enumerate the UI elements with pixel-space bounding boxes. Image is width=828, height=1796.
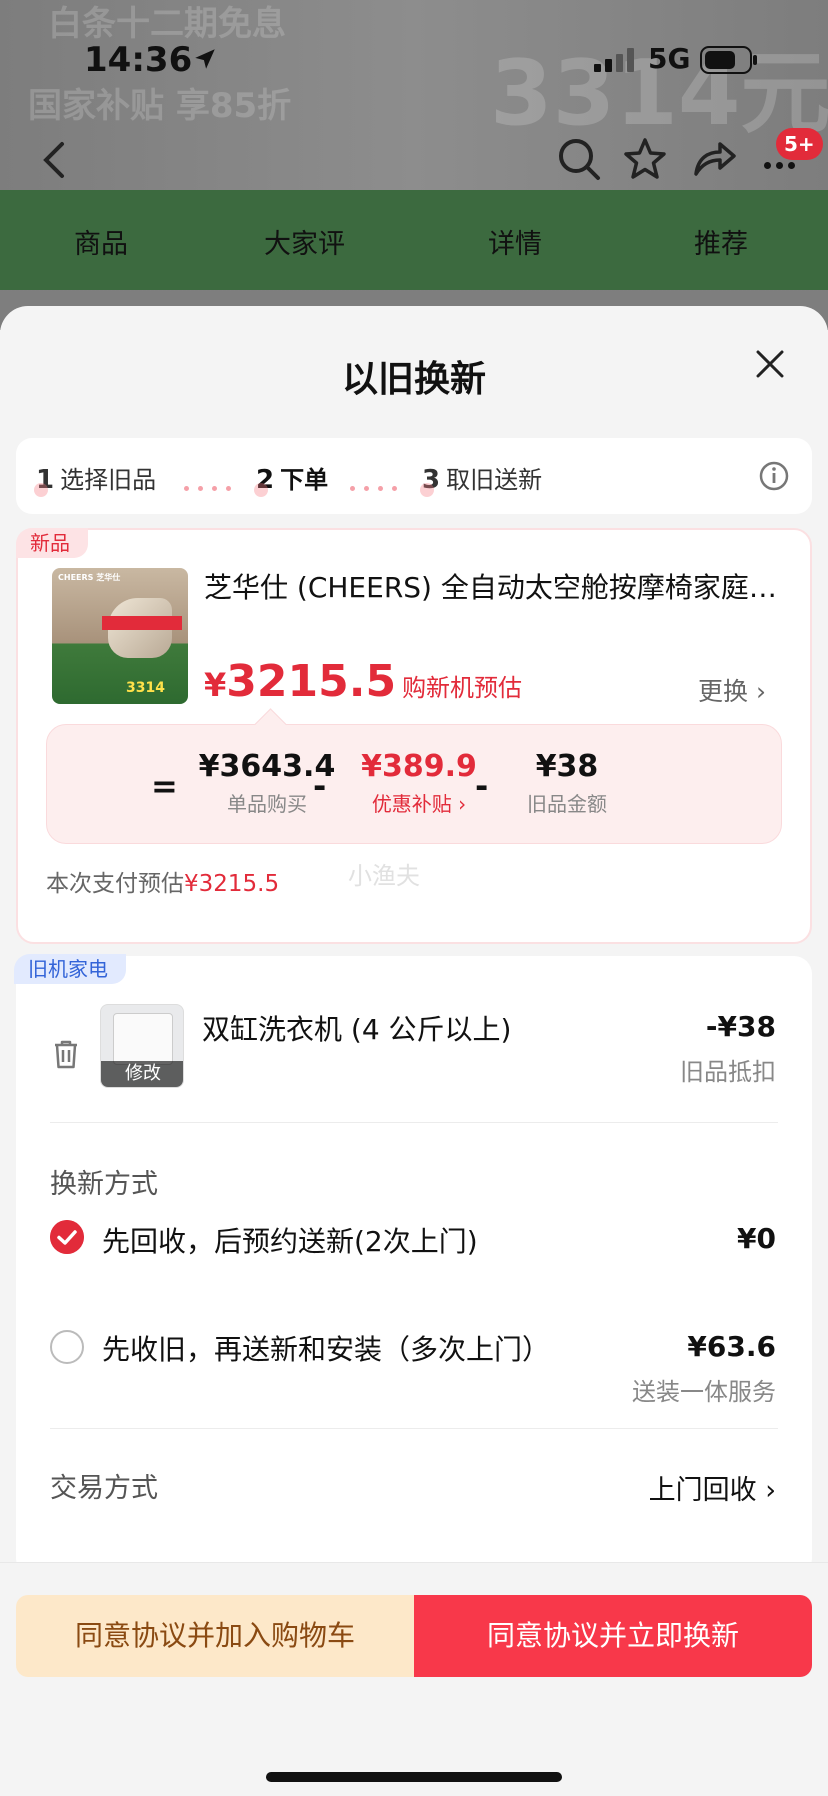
trade-in-sheet: 以旧换新 1 选择旧品 2 下单 3 取旧送新 新品 CHEERS 芝华仕 3314 …	[0, 306, 828, 1796]
close-icon[interactable]	[748, 342, 792, 386]
new-price: ¥3215.5 购新机预估	[204, 656, 523, 707]
signal-icon	[594, 48, 634, 72]
network-type: 5G	[648, 42, 691, 75]
watermark: 小渔夫	[348, 862, 420, 890]
info-icon[interactable]	[758, 460, 790, 492]
product-tabs: 商品 大家评 详情 推荐	[0, 222, 828, 272]
new-product-card: 新品 CHEERS 芝华仕 3314 芝华仕 (CHEERS) 全自动太空舱按摩…	[16, 528, 812, 944]
old-item-amount: ¥38	[535, 749, 599, 784]
agree-trade-in-now-button[interactable]: 同意协议并立即换新	[414, 1595, 812, 1677]
payment-estimate: 本次支付预估¥3215.5	[46, 871, 280, 897]
old-item-deduction: -¥38	[705, 1010, 776, 1043]
background-product-page: 白条十二期免息 国家补贴 享85折 3314元起 14:36 5G 5+ 商品 …	[0, 0, 828, 330]
progress-steps: 1 选择旧品 2 下单 3 取旧送新	[16, 438, 812, 514]
divider	[50, 1428, 778, 1429]
option-text: 先回收，后预约送新(2次上门)	[102, 1225, 478, 1258]
modify-button[interactable]: 修改	[101, 1061, 183, 1087]
share-icon[interactable]	[690, 136, 738, 182]
favorite-star-icon[interactable]	[622, 136, 668, 182]
old-item-thumbnail[interactable]: 修改	[100, 1004, 184, 1088]
trash-icon[interactable]	[48, 1036, 84, 1072]
price-breakdown: = ¥3643.4 单品购买 - ¥389.9 优惠补贴 › - ¥38 旧品金…	[46, 724, 782, 844]
search-icon[interactable]	[556, 136, 602, 182]
option-price: ¥63.6	[687, 1330, 776, 1363]
old-item-tag: 旧机家电	[14, 954, 126, 984]
option-price: ¥0	[737, 1222, 776, 1255]
product-thumbnail[interactable]: CHEERS 芝华仕 3314	[52, 568, 188, 704]
thumb-ribbon	[102, 616, 182, 630]
step-dots	[184, 476, 240, 491]
tab-recommend[interactable]: 推荐	[694, 222, 748, 261]
status-time: 14:36	[84, 40, 193, 80]
agree-add-to-cart-button[interactable]: 同意协议并加入购物车	[16, 1595, 414, 1677]
old-appliance-card: 旧机家电 修改 双缸洗衣机 (4 公斤以上) -¥38 旧品抵扣 换新方式 先回…	[14, 954, 812, 1576]
equals-sign: =	[151, 767, 178, 805]
minus-sign: -	[475, 767, 489, 805]
step-dots	[350, 476, 406, 491]
change-product-button[interactable]: 更换 ›	[698, 672, 766, 708]
old-item-deduction-label: 旧品抵扣	[680, 1058, 776, 1086]
step-2: 2 下单	[256, 465, 329, 495]
trade-method-value[interactable]: 上门回收 ›	[649, 1468, 776, 1507]
step-3: 3 取旧送新	[422, 465, 543, 495]
step-1: 1 选择旧品	[36, 465, 157, 495]
status-bar: 14:36 5G	[0, 36, 828, 86]
trade-method-label: 交易方式	[50, 1473, 158, 1504]
method-label: 换新方式	[50, 1169, 158, 1200]
divider	[50, 1122, 778, 1123]
notification-badge: 5+	[776, 128, 823, 160]
minus-sign: -	[313, 767, 327, 805]
tab-product[interactable]: 商品	[74, 222, 128, 261]
product-title: 芝华仕 (CHEERS) 全自动太空舱按摩椅家庭用全身多功能老人礼物	[204, 571, 784, 604]
old-item-title: 双缸洗衣机 (4 公斤以上)	[202, 1013, 512, 1046]
sheet-title: 以旧换新	[341, 359, 486, 400]
thumb-price: 3314	[126, 680, 165, 696]
thumb-brand: CHEERS 芝华仕	[58, 573, 121, 582]
radio-checked-icon[interactable]	[50, 1220, 84, 1254]
option-note: 送装一体服务	[632, 1378, 776, 1406]
tab-reviews[interactable]: 大家评	[264, 222, 345, 261]
bottom-action-bar: 同意协议并加入购物车 同意协议并立即换新	[0, 1562, 828, 1796]
old-item-amount-label: 旧品金额	[527, 792, 607, 816]
option-text: 先收旧，再送新和安装（多次上门）	[102, 1333, 551, 1366]
new-item-tag: 新品	[16, 528, 88, 558]
old-amount-col: ¥38 旧品金额	[497, 749, 637, 817]
battery-icon	[700, 46, 757, 74]
home-indicator	[266, 1772, 562, 1782]
washing-machine-image	[113, 1013, 173, 1065]
tab-details[interactable]: 详情	[488, 222, 542, 261]
back-icon[interactable]	[36, 138, 72, 182]
location-arrow-icon	[195, 49, 215, 69]
product-nav-bar	[0, 130, 828, 190]
chevron-right-icon: ›	[756, 677, 767, 706]
radio-unchecked-icon[interactable]	[50, 1330, 84, 1364]
